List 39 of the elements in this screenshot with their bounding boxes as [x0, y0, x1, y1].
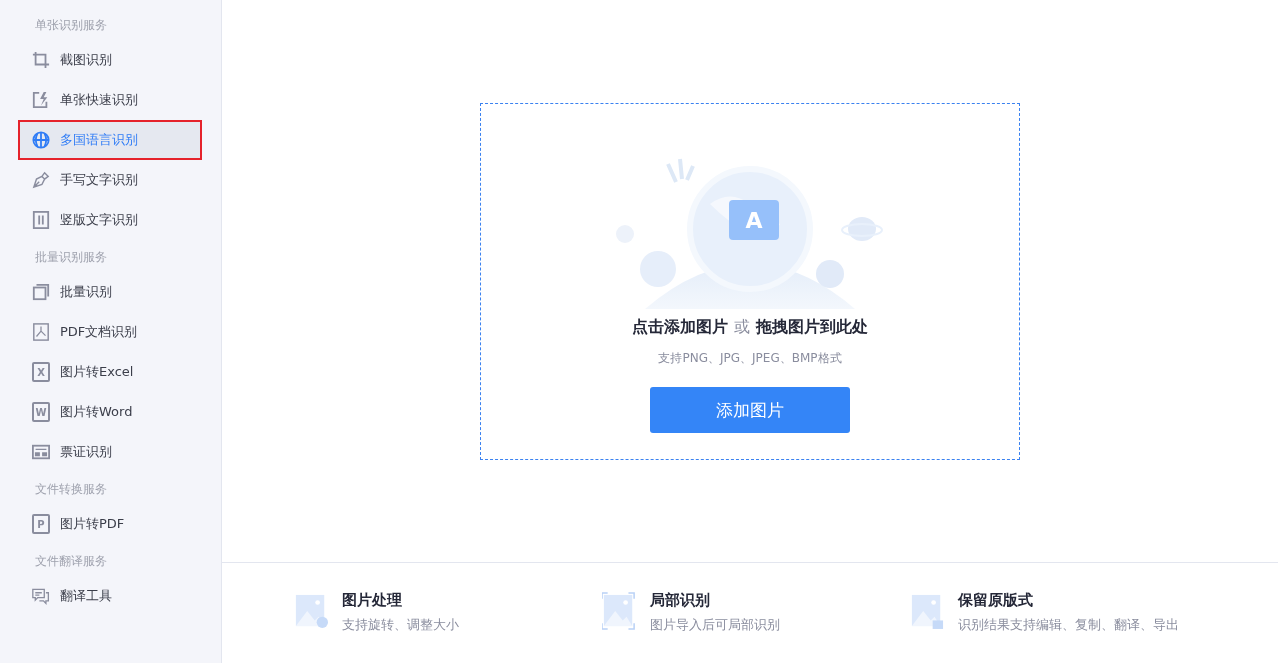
speech-bubble-badge: A — [729, 200, 779, 240]
letter-document-icon: W — [32, 402, 50, 422]
stacked-squares-icon — [32, 283, 50, 301]
sidebar-item[interactable]: X 图片转Excel — [18, 352, 202, 392]
drop-zone[interactable]: A 点击添加图片 或 拖拽图片到此处 支持PNG、JPG、JPEG、BMP格式 添加图片 — [480, 103, 1020, 460]
feature-title: 保留原版式 — [958, 591, 1034, 610]
section-heading: 批量识别服务 — [34, 249, 108, 266]
sidebar-item[interactable]: W 图片转Word — [18, 392, 202, 432]
feature-description: 图片导入后可局部识别 — [650, 617, 780, 634]
format-hint: 支持PNG、JPG、JPEG、BMP格式 — [658, 350, 842, 367]
section-heading: 文件翻译服务 — [34, 553, 108, 570]
sidebar-item[interactable]: 截图识别 — [18, 40, 202, 80]
lightning-document-icon — [32, 91, 50, 109]
feature-description: 识别结果支持编辑、复制、翻译、导出 — [958, 617, 1179, 634]
letter-document-icon: P — [32, 514, 50, 534]
chat-bubbles-icon — [32, 587, 50, 605]
feature-title: 图片处理 — [342, 591, 403, 610]
vertical-text-icon — [32, 211, 50, 229]
sidebar-item[interactable]: PDF文档识别 — [18, 312, 202, 352]
sidebar-item[interactable]: 翻译工具 — [18, 576, 202, 616]
crop-icon — [32, 51, 50, 69]
ticket-icon — [32, 443, 50, 461]
sidebar-item[interactable]: 手写文字识别 — [18, 160, 202, 200]
sidebar-item[interactable]: 票证识别 — [18, 432, 202, 472]
letter-document-icon: X — [32, 362, 50, 382]
sidebar-item[interactable]: P 图片转PDF — [18, 504, 202, 544]
section-heading: 文件转换服务 — [34, 481, 108, 498]
sidebar-item[interactable]: 批量识别 — [18, 272, 202, 312]
feature-title: 局部识别 — [650, 591, 711, 610]
add-image-button[interactable]: 添加图片 — [650, 387, 850, 433]
upload-headline: 点击添加图片 或 拖拽图片到此处 — [632, 317, 868, 338]
feature-description: 支持旋转、调整大小 — [342, 617, 459, 634]
sidebar-item[interactable]: 竖版文字识别 — [18, 200, 202, 240]
pen-nib-icon — [32, 171, 50, 189]
section-heading: 单张识别服务 — [34, 17, 108, 34]
globe-icon — [32, 131, 50, 149]
pdf-document-icon — [32, 323, 50, 341]
image-frame-icon — [602, 591, 636, 631]
sidebar-item[interactable]: 单张快速识别 — [18, 80, 202, 120]
